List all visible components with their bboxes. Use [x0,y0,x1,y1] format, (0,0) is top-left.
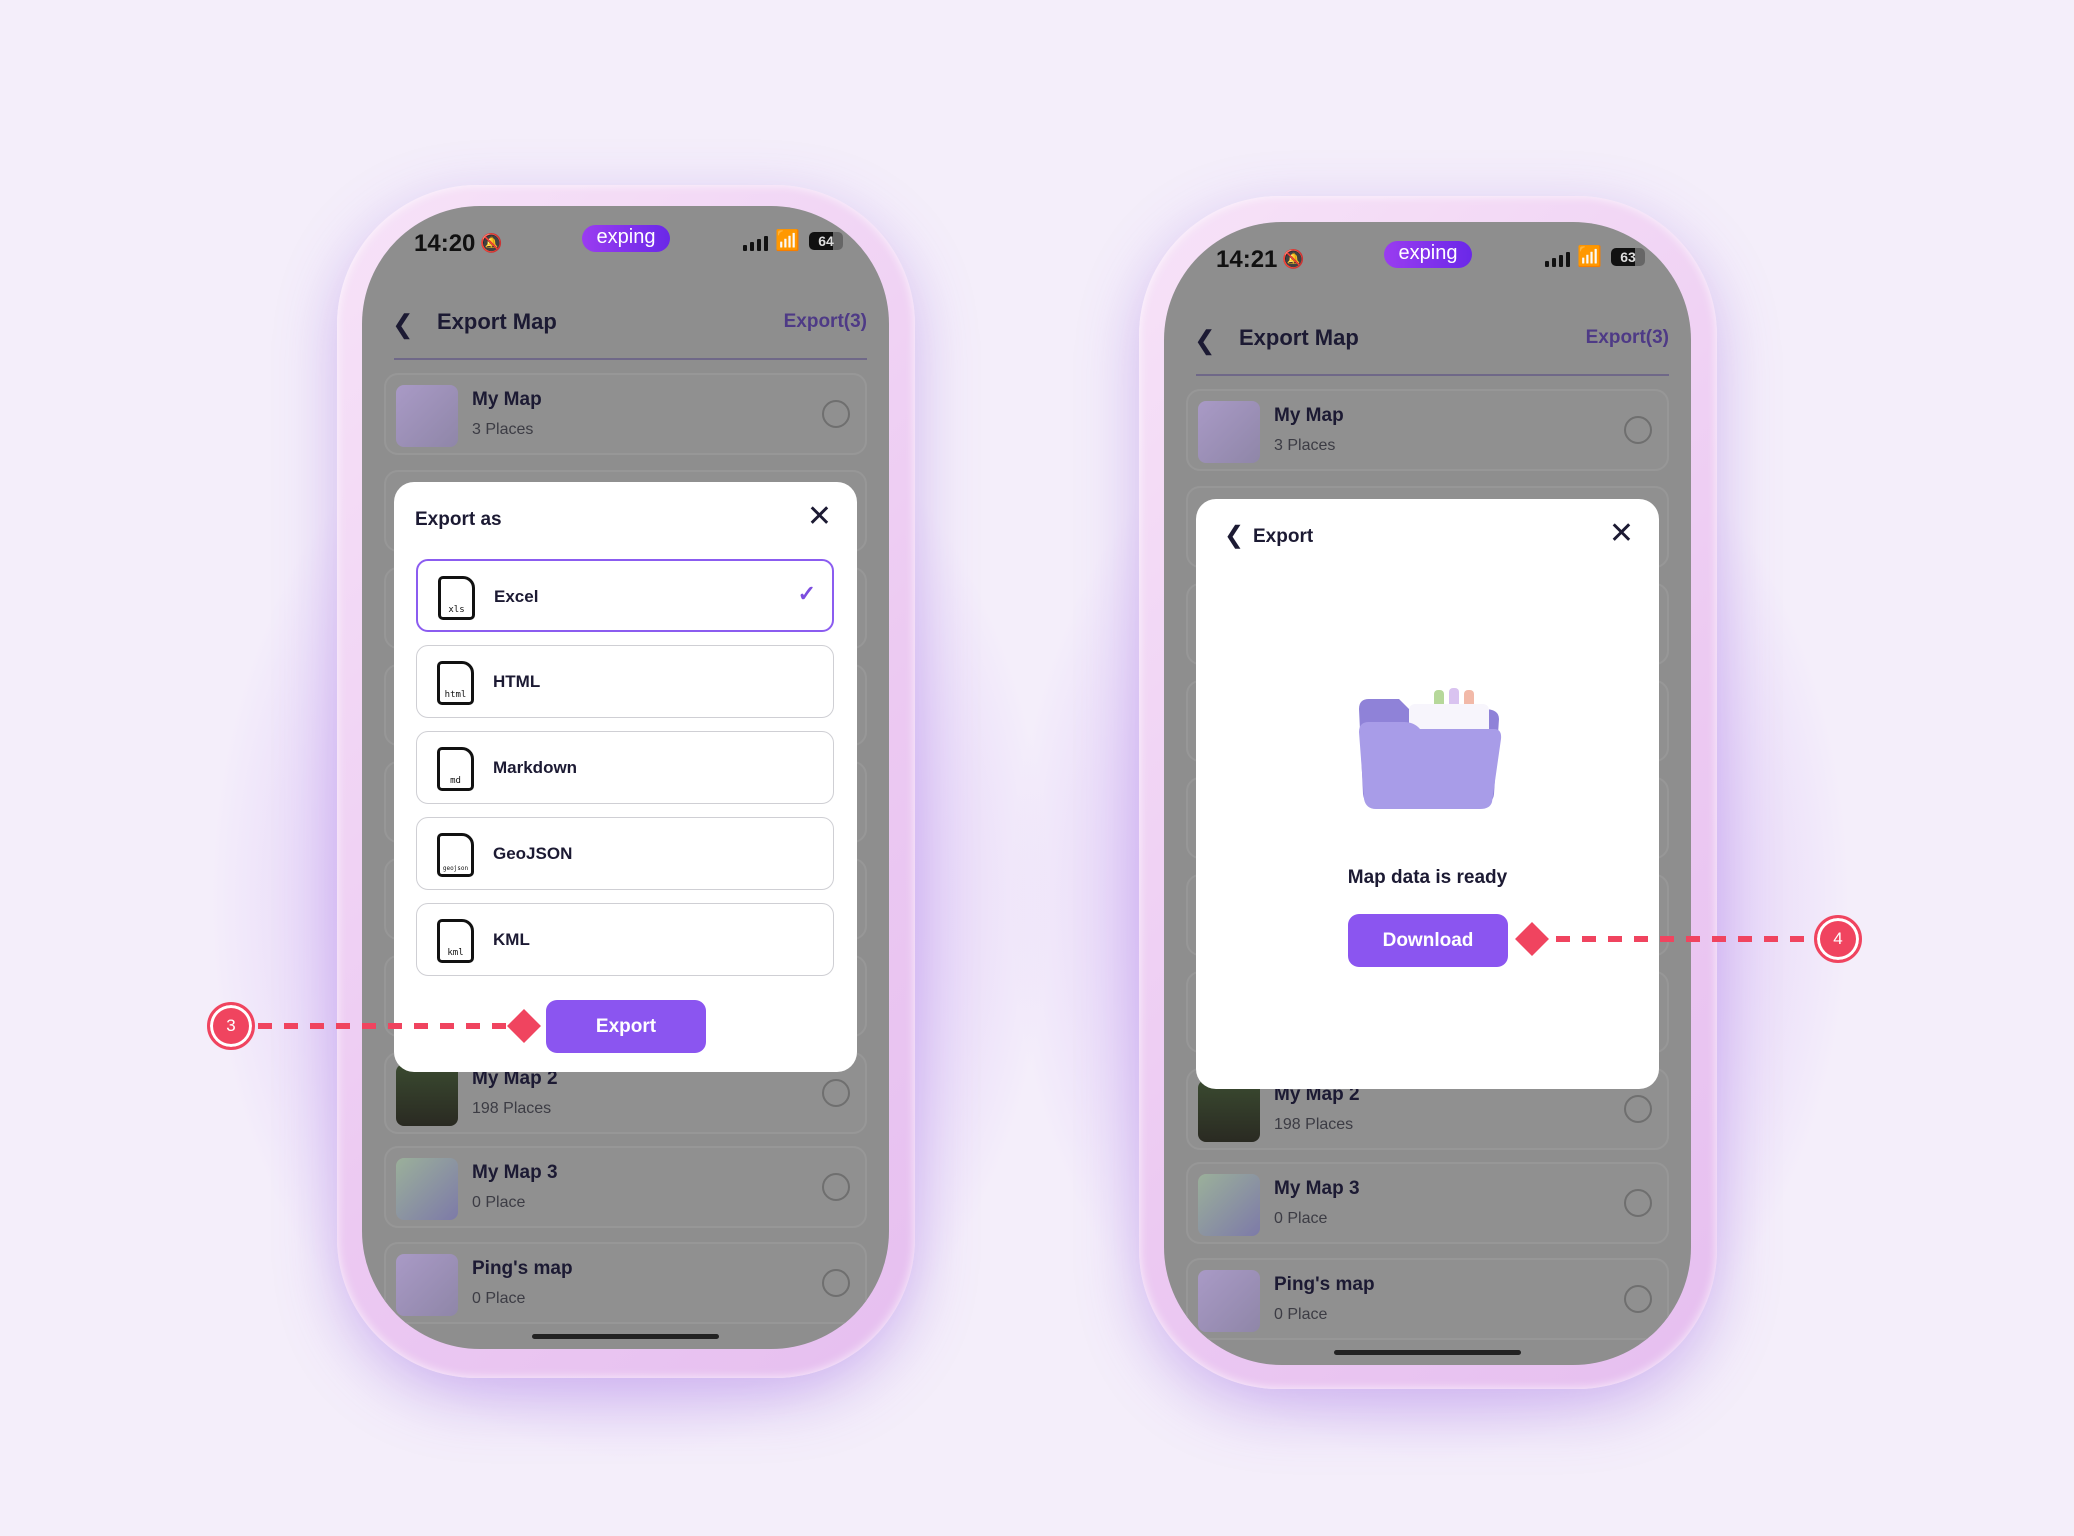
export-ready-modal: ❮ Export ✕ Map data is ready Download [1196,499,1659,1089]
divider [1196,374,1669,376]
map-list-item[interactable]: Ping's map 0 Place [1186,1258,1669,1340]
select-radio[interactable] [1624,416,1652,444]
map-thumbnail [1198,401,1260,463]
home-indicator [532,1334,719,1339]
download-button[interactable]: Download [1348,914,1508,967]
phone-screen-export-as: 14:20 🔕 exping 📶 64 ❮ Export Map Export(… [362,206,889,1349]
modal-title: Export [1253,526,1314,547]
map-name: Ping's map [1274,1274,1375,1295]
map-name: My Map 3 [1274,1178,1360,1199]
map-thumbnail [396,1254,458,1316]
wifi-icon: 📶 [1577,246,1602,268]
map-places: 3 Places [472,421,534,438]
check-icon: ✓ [797,581,816,606]
signal-icon [743,236,768,251]
export-as-modal: Export as ✕ xls Excel ✓ html HTML md Mar… [394,482,857,1072]
map-name: Ping's map [472,1258,573,1279]
bell-muted-icon: 🔕 [1282,249,1305,269]
back-icon[interactable]: ❮ [1224,521,1244,550]
option-label: Excel [494,587,539,606]
page-title: Export Map [437,309,557,334]
map-thumbnail [1198,1270,1260,1332]
folder-icon [1359,688,1502,809]
file-kml-icon: kml [437,919,474,963]
status-time: 14:20 [414,230,476,257]
close-icon[interactable]: ✕ [807,502,832,532]
annotation-step-3: 3 [207,1002,255,1050]
format-option-excel[interactable]: xls Excel ✓ [416,559,834,632]
option-label: KML [493,930,530,949]
file-html-icon: html [437,661,474,705]
bell-muted-icon: 🔕 [480,233,503,253]
select-radio[interactable] [822,1173,850,1201]
back-icon[interactable]: ❮ [392,309,414,340]
format-option-markdown[interactable]: md Markdown [416,731,834,804]
signal-icon [1545,252,1570,267]
map-name: My Map [472,389,542,410]
map-thumbnail [1198,1080,1260,1142]
map-list-item[interactable]: My Map 3 Places [1186,389,1669,471]
ready-message: Map data is ready [1347,867,1508,888]
file-md-icon: md [437,747,474,791]
map-list-item[interactable]: My Map 3 0 Place [384,1146,867,1228]
select-radio[interactable] [1624,1285,1652,1313]
select-radio[interactable] [822,1079,850,1107]
export-button[interactable]: Export [546,1000,706,1053]
map-list-item[interactable]: Ping's map 0 Place [384,1242,867,1324]
option-label: HTML [493,672,541,691]
map-places: 0 Place [472,1290,526,1307]
format-option-geojson[interactable]: geojson GeoJSON [416,817,834,890]
format-option-html[interactable]: html HTML [416,645,834,718]
map-places: 198 Places [1274,1116,1354,1133]
annotation-connector [1556,936,1814,942]
select-radio[interactable] [822,400,850,428]
file-geojson-icon: geojson [437,833,474,877]
map-thumbnail [396,1064,458,1126]
select-radio[interactable] [1624,1189,1652,1217]
annotation-step-4: 4 [1814,915,1862,963]
back-icon[interactable]: ❮ [1194,325,1216,356]
annotation-connector [258,1023,508,1029]
map-thumbnail [396,1158,458,1220]
app-pill: exping [1384,241,1472,268]
select-radio[interactable] [822,1269,850,1297]
wifi-icon: 📶 [775,230,800,252]
select-radio[interactable] [1624,1095,1652,1123]
map-name: My Map [1274,405,1344,426]
map-thumbnail [1198,1174,1260,1236]
map-places: 0 Place [472,1194,526,1211]
map-places: 0 Place [1274,1306,1328,1323]
map-list-item[interactable]: My Map 3 Places [384,373,867,455]
close-icon[interactable]: ✕ [1609,519,1634,549]
map-places: 0 Place [1274,1210,1328,1227]
home-indicator [1334,1350,1521,1355]
divider [394,358,867,360]
phone-screen-download: 14:21 🔕 exping 📶 63 ❮ Export Map Export(… [1164,222,1691,1365]
status-time: 14:21 [1216,246,1278,273]
map-places: 3 Places [1274,437,1336,454]
map-name: My Map 3 [472,1162,558,1183]
battery-indicator: 64 [809,232,843,250]
app-pill: exping [582,225,670,252]
map-thumbnail [396,385,458,447]
page-title: Export Map [1239,325,1359,350]
battery-indicator: 63 [1611,248,1645,266]
file-xls-icon: xls [438,576,475,620]
export-count-button[interactable]: Export(3) [784,311,867,333]
option-label: GeoJSON [493,844,573,863]
option-label: Markdown [493,758,578,777]
map-list-item[interactable]: My Map 3 0 Place [1186,1162,1669,1244]
format-option-kml[interactable]: kml KML [416,903,834,976]
modal-title: Export as [415,509,502,530]
map-places: 198 Places [472,1100,552,1117]
export-count-button[interactable]: Export(3) [1586,327,1669,349]
